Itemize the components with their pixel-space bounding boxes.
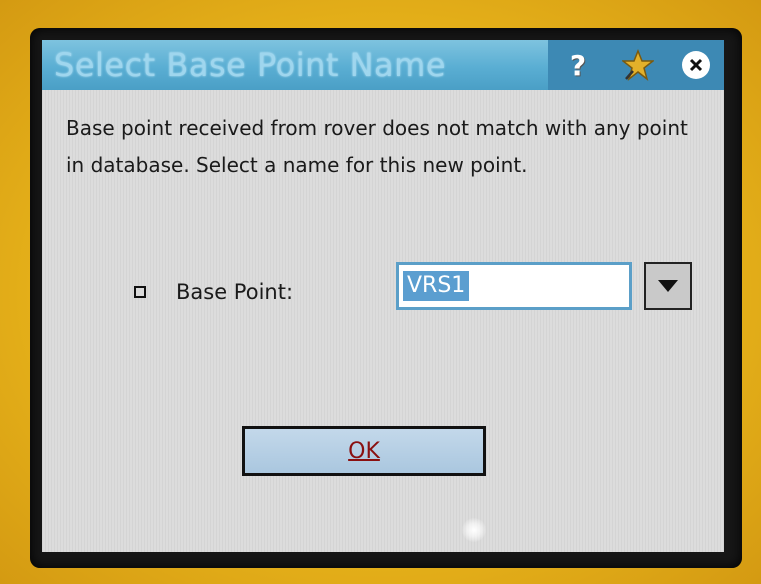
base-point-dropdown[interactable]: VRS1 <box>396 262 632 310</box>
base-point-selected-value: VRS1 <box>403 271 470 301</box>
dialog-window: Select Base Point Name ? Base point rece… <box>42 40 724 552</box>
help-icon: ? <box>569 48 587 82</box>
titlebar-buttons: ? <box>548 40 724 90</box>
chevron-down-icon <box>658 280 678 292</box>
close-button[interactable] <box>680 49 712 81</box>
base-point-label: Base Point: <box>176 280 294 304</box>
screen-glare <box>462 518 486 542</box>
dropdown-arrow-button[interactable] <box>644 262 692 310</box>
pin-button[interactable] <box>622 49 654 81</box>
ok-button-label: OK <box>348 438 380 464</box>
dialog-title: Select Base Point Name <box>54 46 447 84</box>
close-icon <box>682 51 710 79</box>
bullet-icon <box>134 286 146 298</box>
help-button[interactable]: ? <box>562 48 594 82</box>
pin-icon <box>622 49 654 81</box>
dialog-titlebar: Select Base Point Name ? <box>42 40 724 90</box>
ok-button[interactable]: OK <box>242 426 486 476</box>
dialog-message: Base point received from rover does not … <box>66 116 688 177</box>
device-body: Select Base Point Name ? Base point rece… <box>0 0 761 584</box>
base-point-row: Base Point: <box>134 272 293 312</box>
